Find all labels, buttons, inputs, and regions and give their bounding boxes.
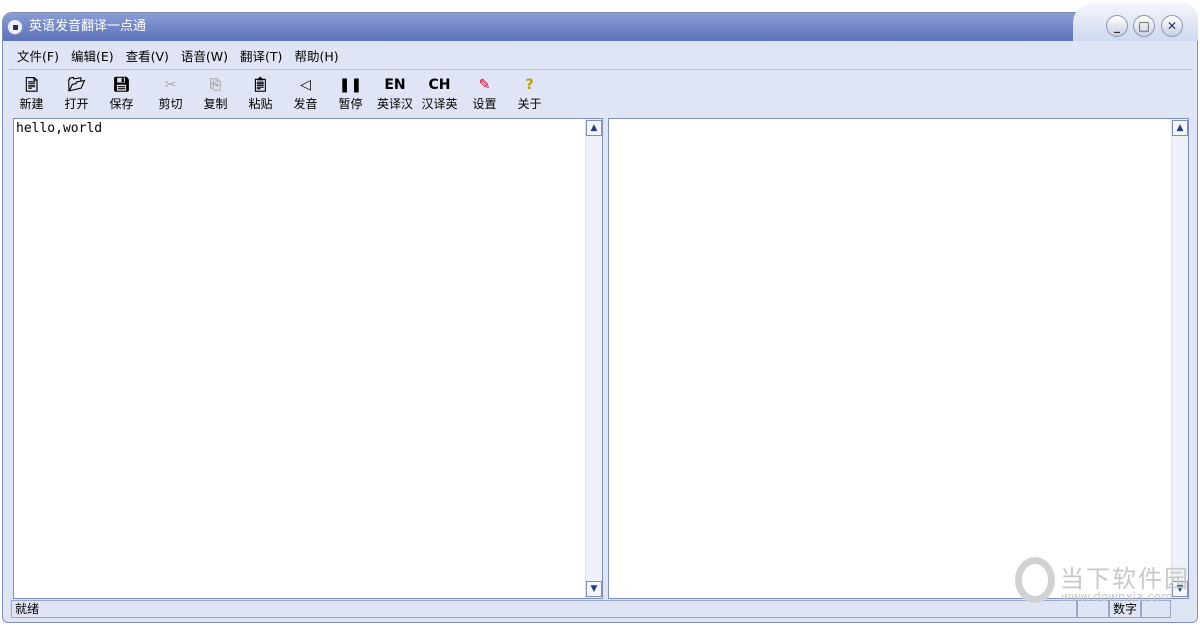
title-bar: 英语发音翻译一点通	[3, 13, 1083, 41]
status-text: 就绪	[11, 600, 1077, 618]
toolbar-label: 英译汉	[376, 96, 413, 111]
system-menu-icon[interactable]	[7, 19, 23, 35]
menu-item[interactable]: 编辑(E)	[65, 46, 120, 65]
paste-icon: 📋︎	[251, 76, 270, 93]
status-panel-num: 数字	[1109, 600, 1141, 618]
toolbar-label: 关于	[517, 96, 542, 111]
scroll-down-icon[interactable]: ▼	[586, 581, 602, 597]
toolbar-label: 暂停	[338, 96, 363, 111]
source-scrollbar[interactable]: ▲ ▼	[585, 119, 602, 598]
en-to-cn-button[interactable]: EN 英译汉	[373, 70, 417, 116]
new-button[interactable]: 📄︎ 新建	[9, 70, 54, 116]
menu-item[interactable]: 帮助(H)	[288, 46, 344, 65]
window-title: 英语发音翻译一点通	[29, 19, 147, 34]
scroll-down-icon[interactable]: ▼	[1172, 581, 1188, 597]
title-bar-controls: _ □ ✕	[1073, 3, 1198, 41]
pause-button[interactable]: ❚❚ 暂停	[328, 70, 373, 116]
about-icon: ?	[525, 76, 534, 93]
translation-scrollbar[interactable]: ▲ ▼	[1171, 119, 1188, 598]
toolbar-label: 粘贴	[248, 96, 273, 111]
menu-item[interactable]: 查看(V)	[120, 46, 175, 65]
settings-icon: ✎	[478, 76, 491, 93]
copy-button[interactable]: ⎘ 复制	[193, 70, 238, 116]
about-button[interactable]: ? 关于	[507, 70, 552, 116]
en-to-cn-icon: EN	[384, 76, 406, 93]
toolbar-label: 打开	[64, 96, 89, 111]
status-panel-scroll	[1141, 600, 1171, 618]
speak-icon: ◁	[300, 76, 311, 93]
open-button[interactable]: 📂︎ 打开	[54, 70, 99, 116]
copy-icon: ⎘	[209, 76, 222, 93]
toolbar: 📄︎ 新建 📂︎ 打开 💾︎ 保存 ✂ 剪切 ⎘ 复制 📋︎ 粘贴 ◁ 发音 ❚❚ 暂停 EN 英译汉 CH 汉译英 ✎…	[9, 69, 1193, 117]
translation-pane: ▲ ▼	[608, 118, 1189, 599]
source-text-pane: hello,world ▲ ▼	[13, 118, 603, 599]
cn-to-en-button[interactable]: CH 汉译英	[417, 70, 462, 116]
new-icon: 📄︎	[22, 76, 41, 93]
close-button[interactable]: ✕	[1161, 15, 1183, 37]
toolbar-label: 保存	[109, 96, 134, 111]
cut-icon: ✂	[164, 76, 177, 93]
pause-icon: ❚❚	[338, 76, 363, 93]
save-button[interactable]: 💾︎ 保存	[99, 70, 144, 116]
source-text-input[interactable]: hello,world	[14, 119, 602, 598]
app-window: 英语发音翻译一点通 _ □ ✕ 文件(F) 编辑(E) 查看(V) 语音(W) 翻译(T…	[2, 3, 1198, 623]
toolbar-label: 汉译英	[421, 96, 458, 111]
status-bar: 就绪 数字	[11, 600, 1171, 618]
scroll-up-icon[interactable]: ▲	[586, 120, 602, 136]
cn-to-en-icon: CH	[428, 76, 451, 93]
toolbar-label: 发音	[293, 96, 318, 111]
maximize-button[interactable]: □	[1133, 15, 1155, 37]
translation-output[interactable]	[609, 119, 1188, 598]
save-icon: 💾︎	[112, 76, 131, 93]
scroll-up-icon[interactable]: ▲	[1172, 120, 1188, 136]
menu-item[interactable]: 文件(F)	[11, 46, 65, 65]
open-icon: 📂︎	[67, 76, 86, 93]
minimize-button[interactable]: _	[1106, 15, 1128, 37]
status-panel-caps	[1077, 600, 1109, 618]
settings-button[interactable]: ✎ 设置	[462, 70, 507, 116]
toolbar-label: 剪切	[158, 96, 183, 111]
menu-bar: 文件(F) 编辑(E) 查看(V) 语音(W) 翻译(T) 帮助(H)	[11, 44, 345, 66]
speak-button[interactable]: ◁ 发音	[283, 70, 328, 116]
cut-button[interactable]: ✂ 剪切	[148, 70, 193, 116]
paste-button[interactable]: 📋︎ 粘贴	[238, 70, 283, 116]
toolbar-label: 复制	[203, 96, 228, 111]
menu-item[interactable]: 翻译(T)	[234, 46, 288, 65]
toolbar-label: 新建	[19, 96, 44, 111]
menu-item[interactable]: 语音(W)	[175, 46, 234, 65]
toolbar-label: 设置	[472, 96, 497, 111]
